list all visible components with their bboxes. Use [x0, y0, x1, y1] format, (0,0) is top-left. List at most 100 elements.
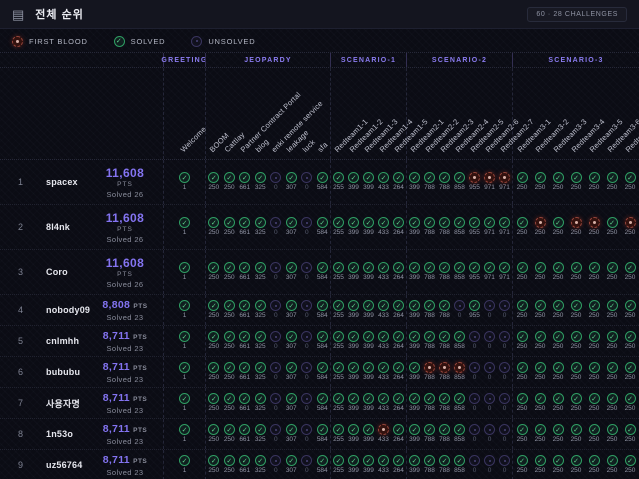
challenge-group-cells: ✓399✓788✓788✓858000 — [406, 450, 512, 479]
challenge-column-header: Redteam3-4 — [567, 68, 585, 159]
cell-points: 661 — [239, 313, 250, 320]
team-points-block: 8,808 PTSSolved 23 — [93, 299, 157, 322]
solved-badge: ✓ — [348, 172, 359, 183]
cell-points: 250 — [571, 375, 582, 382]
challenge-cell: 0 — [497, 419, 512, 449]
challenge-cell: ✓788 — [422, 295, 437, 325]
unsolved-badge — [301, 455, 312, 466]
solved-badge: ✓ — [239, 455, 250, 466]
challenge-cell: 0 — [482, 357, 497, 387]
cell-points: 584 — [317, 230, 328, 237]
challenge-group-cells: ✓255✓399✓399✓433✓264 — [330, 295, 406, 325]
challenge-cell: 0 — [299, 357, 315, 387]
cell-points: 433 — [378, 313, 389, 320]
challenge-cell: ✓250 — [585, 160, 603, 204]
solved-badge: ✓ — [553, 262, 564, 273]
team-solved-count: Solved 26 — [93, 190, 157, 199]
cell-points: 250 — [208, 344, 219, 351]
solved-badge: ✓ — [439, 300, 450, 311]
solved-badge: ✓ — [424, 262, 435, 273]
challenge-cell: ✓250 — [603, 326, 621, 356]
legend-solved: ✓ SOLVED — [114, 36, 166, 47]
solved-badge: ✓ — [409, 455, 420, 466]
solved-badge: ✓ — [239, 393, 250, 404]
challenge-cell: ✓255 — [331, 419, 346, 449]
cell-points: 433 — [378, 375, 389, 382]
challenge-cell: 971 — [482, 160, 497, 204]
solved-badge: ✓ — [208, 455, 219, 466]
challenge-cell: ✓ 584 — [315, 205, 331, 249]
unsolved-badge — [270, 362, 281, 373]
challenge-cell: ✓255 — [331, 326, 346, 356]
cell-points: 250 — [625, 275, 636, 282]
solved-badge: ✓ — [517, 172, 528, 183]
team-points-block: 11,608PTSSolved 26 — [93, 256, 157, 289]
challenge-cell: ✓399 — [361, 419, 376, 449]
unsolved-badge — [499, 455, 510, 466]
solved-badge: ✓ — [424, 424, 435, 435]
solved-badge: ✓ — [348, 424, 359, 435]
team-info: 9uz567648,711 PTSSolved 23 — [0, 450, 163, 479]
cell-points: 661 — [239, 468, 250, 475]
challenge-cell: ✓325 — [253, 250, 269, 294]
cell-points: 264 — [393, 468, 404, 475]
solved-badge: ✓ — [535, 331, 546, 342]
solved-badge: ✓ — [317, 217, 328, 228]
legend-first-blood-label: FIRST BLOOD — [29, 37, 88, 46]
solved-badge: ✓ — [317, 362, 328, 373]
challenge-cell: ✓661 — [237, 295, 253, 325]
solved-badge: ✓ — [607, 331, 618, 342]
cell-points: 250 — [607, 406, 618, 413]
solved-badge: ✓ — [239, 217, 250, 228]
challenge-group-cells: ✓399788788858000 — [406, 357, 512, 387]
challenge-cell: ✓250 — [621, 450, 639, 479]
cell-points: 433 — [378, 230, 389, 237]
cell-points: 955 — [469, 185, 480, 192]
team-name: spacex — [46, 177, 78, 187]
challenge-column-header: Redteam3-3 — [549, 68, 567, 159]
cell-points: 0 — [305, 468, 309, 475]
challenge-group-cells: ✓1 — [163, 160, 205, 204]
challenge-cell: ✓661 — [237, 205, 253, 249]
challenge-group-cells: ✓250250✓250250250✓250250 — [512, 205, 639, 249]
solved-badge: ✓ — [239, 362, 250, 373]
unsolved-badge — [301, 300, 312, 311]
solved-badge: ✓ — [499, 262, 510, 273]
challenge-cell: ✓399 — [361, 295, 376, 325]
solved-badge: ✓ — [517, 393, 528, 404]
solved-badge: ✓ — [333, 172, 344, 183]
cell-points: 250 — [553, 185, 564, 192]
menu-icon[interactable]: ▤ — [12, 8, 24, 21]
solved-badge: ✓ — [409, 331, 420, 342]
cell-points: 399 — [409, 468, 420, 475]
solved-badge: ✓ — [208, 300, 219, 311]
cell-points: 250 — [208, 375, 219, 382]
challenge-group-cells: ✓250✓250✓661✓3250✓3070✓584 — [205, 450, 330, 479]
challenge-cell: ✓ 399 — [407, 450, 422, 479]
challenge-cell: 858 — [452, 357, 467, 387]
challenge-cell: ✓250 — [567, 250, 585, 294]
solved-badge: ✓ — [553, 455, 564, 466]
challenge-cell: 0 — [497, 357, 512, 387]
cell-points: 264 — [393, 185, 404, 192]
solved-badge: ✓ — [535, 424, 546, 435]
solved-badge: ✓ — [589, 455, 600, 466]
team-name: 사용자명 — [46, 397, 80, 410]
team-rank: 9 — [18, 460, 34, 470]
challenge-cell: ✓ 433 — [376, 357, 391, 387]
challenge-cell: ✓661 — [237, 388, 253, 418]
cell-points: 0 — [274, 230, 278, 237]
cell-points: 788 — [439, 230, 450, 237]
solved-badge: ✓ — [378, 300, 389, 311]
solved-badge: ✓ — [378, 262, 389, 273]
legend-unsolved: UNSOLVED — [191, 36, 255, 47]
solved-badge: ✓ — [378, 362, 389, 373]
challenge-cell: ✓264 — [391, 326, 406, 356]
challenge-cell: ✓584 — [315, 295, 331, 325]
solved-badge: ✓ — [208, 262, 219, 273]
challenge-column-header: Redteam3-5 — [585, 68, 603, 159]
challenge-cell: ✓250 — [513, 419, 531, 449]
challenge-cell: ✓788 — [422, 450, 437, 479]
solved-badge: ✓ — [409, 300, 420, 311]
challenge-cell: 0 — [268, 450, 284, 479]
